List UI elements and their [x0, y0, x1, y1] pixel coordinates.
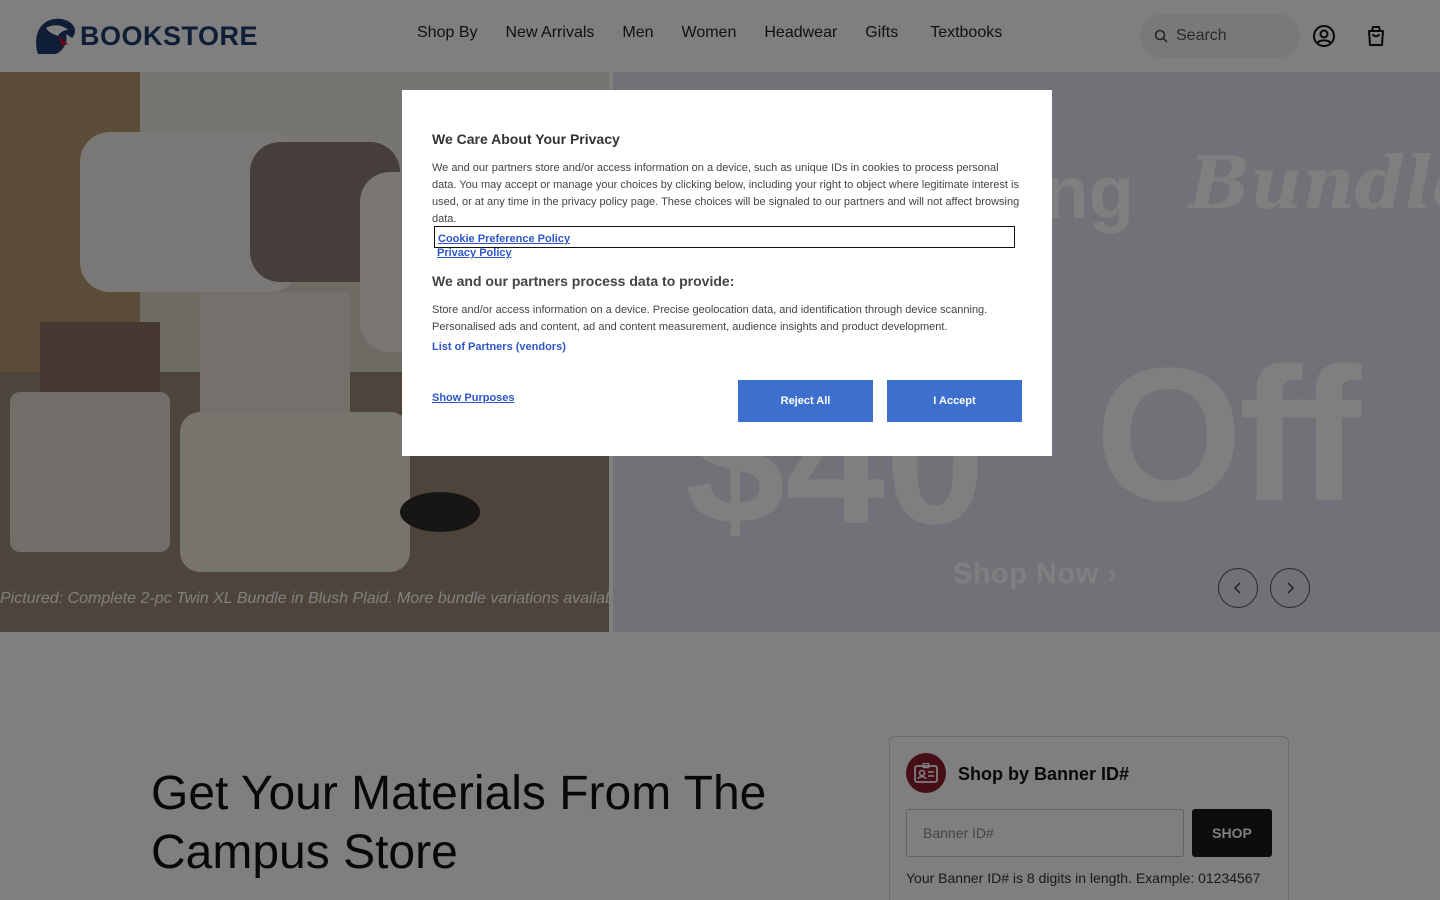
partners-link[interactable]: List of Partners (vendors)	[432, 341, 566, 353]
modal-description: We and our partners store and/or access …	[432, 162, 1020, 225]
cookie-policy-focus-box: Cookie Preference Policy	[434, 226, 1015, 248]
accept-button[interactable]: I Accept	[887, 380, 1022, 422]
cookie-preference-link[interactable]: Cookie Preference Policy	[438, 233, 570, 245]
privacy-policy-link[interactable]: Privacy Policy	[437, 247, 512, 259]
privacy-modal: We Care About Your Privacy We and our pa…	[402, 90, 1052, 456]
show-purposes-link[interactable]: Show Purposes	[432, 392, 515, 404]
reject-all-button[interactable]: Reject All	[738, 380, 873, 422]
modal-title: We Care About Your Privacy	[432, 131, 620, 147]
modal-purposes-text: Store and/or access information on a dev…	[432, 304, 988, 333]
modal-subtitle: We and our partners process data to prov…	[432, 273, 735, 289]
